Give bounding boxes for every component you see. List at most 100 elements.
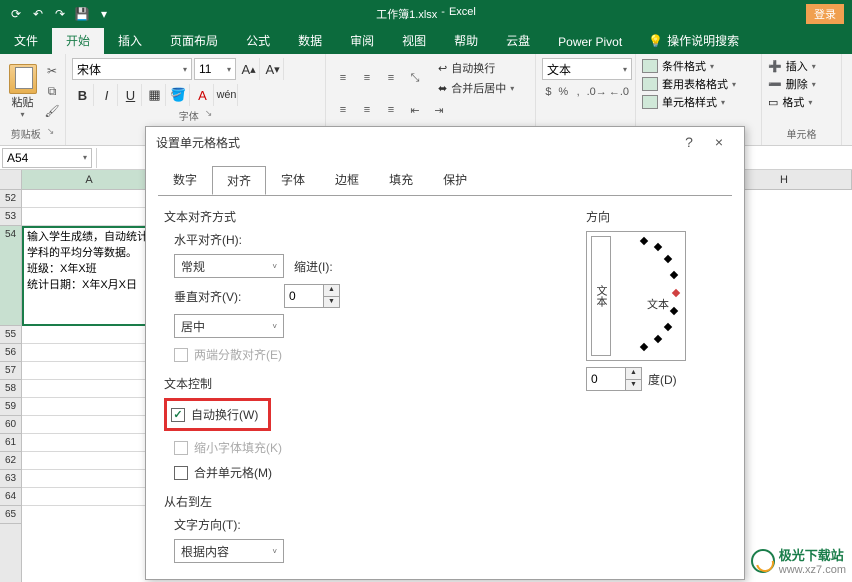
indent-input[interactable] (285, 285, 323, 307)
merge-cells-checkbox[interactable] (174, 466, 188, 480)
row-header[interactable]: 59 (0, 398, 21, 416)
tab-cloud[interactable]: 云盘 (492, 27, 544, 54)
tab-data[interactable]: 数据 (284, 27, 336, 54)
table-format-button[interactable]: 套用表格格式▾ (642, 76, 755, 92)
degree-input[interactable] (587, 368, 625, 390)
row-header[interactable]: 56 (0, 344, 21, 362)
orientation-handle[interactable] (672, 289, 680, 297)
tab-protect[interactable]: 保护 (428, 165, 482, 194)
spinner-up-icon[interactable]: ▲ (324, 285, 339, 297)
italic-button[interactable]: I (96, 84, 118, 106)
align-left-icon[interactable]: ≡ (332, 100, 354, 120)
tab-formulas[interactable]: 公式 (232, 27, 284, 54)
dialog-launcher-icon[interactable]: ↘ (205, 108, 213, 123)
grid-cell[interactable] (22, 470, 157, 488)
tab-number[interactable]: 数字 (158, 165, 212, 194)
row-header[interactable]: 61 (0, 434, 21, 452)
currency-icon[interactable]: $ (542, 82, 555, 102)
spinner-up-icon[interactable]: ▲ (626, 368, 641, 380)
format-cells-button[interactable]: ▭格式▾ (768, 94, 835, 110)
tab-home[interactable]: 开始 (52, 27, 104, 54)
decrease-indent-icon[interactable]: ⇤ (404, 100, 426, 120)
delete-cells-button[interactable]: ➖删除▾ (768, 76, 835, 92)
row-header[interactable]: 64 (0, 488, 21, 506)
login-button[interactable]: 登录 (806, 4, 844, 24)
percent-icon[interactable]: % (557, 82, 570, 102)
save-icon[interactable]: 💾 (74, 6, 90, 22)
paste-button[interactable]: 粘贴 ▾ (4, 64, 41, 119)
font-color-button[interactable]: A (192, 84, 214, 106)
tab-border[interactable]: 边框 (320, 165, 374, 194)
align-center-icon[interactable]: ≡ (356, 100, 378, 120)
text-direction-select[interactable]: 根据内容˅ (174, 539, 284, 563)
row-header[interactable]: 63 (0, 470, 21, 488)
font-size-combo[interactable]: 11▾ (194, 58, 236, 80)
tell-me-search[interactable]: 💡 操作说明搜索 (636, 27, 751, 54)
fill-color-button[interactable]: 🪣 (168, 84, 190, 106)
orientation-control[interactable]: 文本 文本 (586, 231, 686, 361)
qat-dropdown-icon[interactable]: ▾ (96, 6, 112, 22)
row-header[interactable]: 57 (0, 362, 21, 380)
font-name-combo[interactable]: 宋体▾ (72, 58, 192, 80)
row-header[interactable]: 65 (0, 506, 21, 524)
horizontal-align-select[interactable]: 常规˅ (174, 254, 284, 278)
grid-cell[interactable] (22, 488, 157, 506)
grid-cell[interactable] (22, 362, 157, 380)
grid-cell[interactable] (22, 326, 157, 344)
indent-spinner[interactable]: ▲▼ (284, 284, 340, 308)
tab-review[interactable]: 审阅 (336, 27, 388, 54)
column-header[interactable]: A (22, 170, 157, 189)
align-top-icon[interactable]: ≡ (332, 68, 354, 88)
grid-cell[interactable] (22, 380, 157, 398)
selected-cell[interactable]: 输入学生成绩，自动统计学科的平均分等数据。 班级：X年X班 统计日期：X年X月X… (22, 226, 157, 326)
tab-fill[interactable]: 填充 (374, 165, 428, 194)
increase-decimal-icon[interactable]: .0→ (587, 82, 607, 102)
tab-font[interactable]: 字体 (266, 165, 320, 194)
wrap-text-button[interactable]: ↩自动换行 (436, 58, 516, 78)
tab-alignment[interactable]: 对齐 (212, 166, 266, 195)
tab-help[interactable]: 帮助 (440, 27, 492, 54)
orientation-icon[interactable]: ⤡ (404, 68, 426, 88)
align-middle-icon[interactable]: ≡ (356, 68, 378, 88)
number-format-combo[interactable]: 文本▾ (542, 58, 632, 80)
tab-view[interactable]: 视图 (388, 27, 440, 54)
comma-icon[interactable]: , (572, 82, 585, 102)
align-right-icon[interactable]: ≡ (380, 100, 402, 120)
cut-icon[interactable]: ✂ (43, 62, 61, 80)
bold-button[interactable]: B (72, 84, 94, 106)
help-button[interactable]: ? (674, 134, 704, 150)
format-painter-icon[interactable]: 🖌 (43, 102, 61, 120)
dialog-launcher-icon[interactable]: ↘ (47, 126, 55, 141)
tab-powerpivot[interactable]: Power Pivot (544, 30, 636, 54)
undo-icon[interactable]: ↶ (30, 6, 46, 22)
spinner-down-icon[interactable]: ▼ (324, 297, 339, 308)
grid-cell[interactable] (22, 344, 157, 362)
orientation-arc[interactable]: 文本 (617, 238, 681, 354)
wrap-text-checkbox[interactable] (171, 408, 185, 422)
increase-font-icon[interactable]: A▴ (238, 58, 260, 80)
spinner-down-icon[interactable]: ▼ (626, 380, 641, 391)
increase-indent-icon[interactable]: ⇥ (428, 100, 450, 120)
vertical-align-select[interactable]: 居中˅ (174, 314, 284, 338)
row-header[interactable]: 58 (0, 380, 21, 398)
insert-cells-button[interactable]: ➕插入▾ (768, 58, 835, 74)
row-header[interactable]: 62 (0, 452, 21, 470)
decrease-font-icon[interactable]: A▾ (262, 58, 284, 80)
row-header[interactable]: 54 (0, 226, 21, 326)
align-bottom-icon[interactable]: ≡ (380, 68, 402, 88)
tab-file[interactable]: 文件 (0, 27, 52, 54)
copy-icon[interactable]: ⧉ (43, 82, 61, 100)
merge-center-button[interactable]: ⬌合并后居中▾ (436, 78, 516, 98)
grid-cell[interactable] (22, 190, 157, 208)
grid-cell[interactable] (22, 452, 157, 470)
underline-button[interactable]: U (120, 84, 142, 106)
decrease-decimal-icon[interactable]: ←.0 (609, 82, 629, 102)
grid-cell[interactable] (22, 416, 157, 434)
orientation-vertical-text[interactable]: 文本 (591, 236, 611, 356)
degree-spinner[interactable]: ▲▼ (586, 367, 642, 391)
tab-insert[interactable]: 插入 (104, 27, 156, 54)
tab-layout[interactable]: 页面布局 (156, 27, 232, 54)
row-header[interactable]: 52 (0, 190, 21, 208)
row-header[interactable]: 55 (0, 326, 21, 344)
redo-icon[interactable]: ↷ (52, 6, 68, 22)
